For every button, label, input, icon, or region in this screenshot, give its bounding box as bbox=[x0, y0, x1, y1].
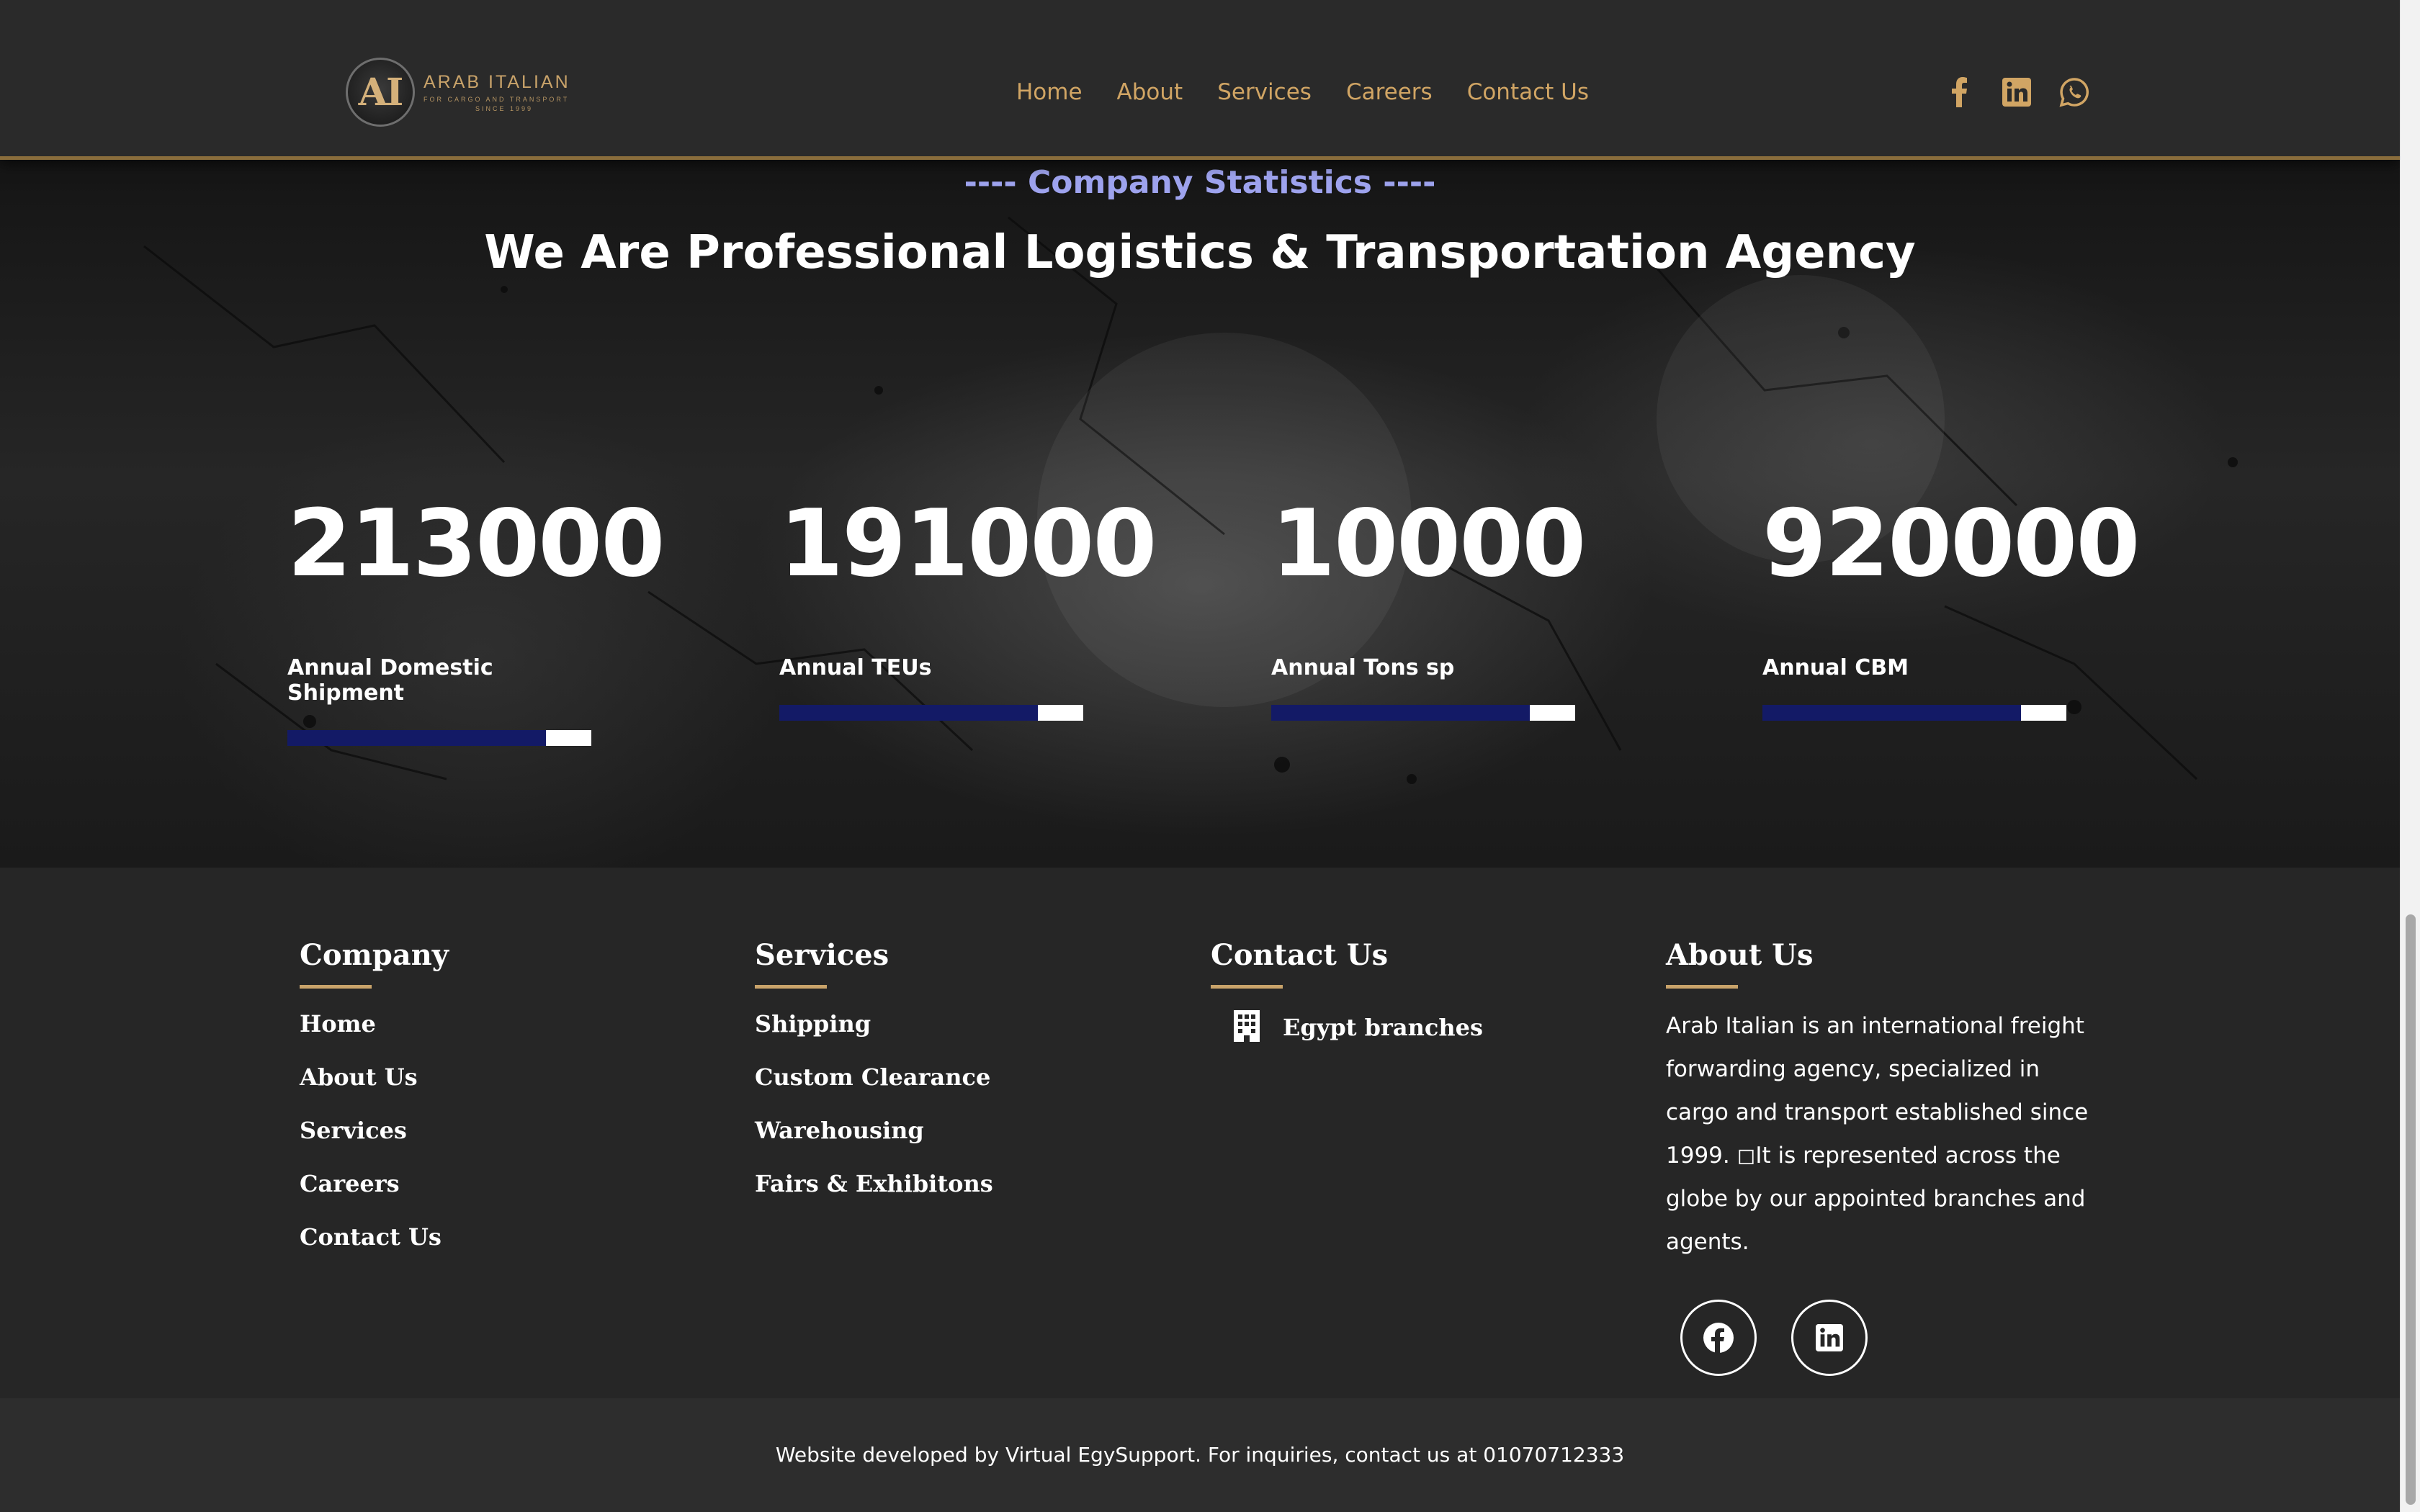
footer-contact-column: Contact Us Egypt branches bbox=[1211, 938, 1483, 1045]
nav-about[interactable]: About bbox=[1117, 79, 1183, 105]
stat-progress-bar bbox=[1271, 705, 1575, 721]
stat-value: 191000 bbox=[779, 490, 1157, 598]
footer-socials bbox=[1680, 1300, 2098, 1376]
stat-progress-fill bbox=[1762, 705, 2021, 721]
logo-name: ARAB ITALIAN bbox=[424, 72, 570, 92]
stat-progress-bar bbox=[779, 705, 1083, 721]
footer-company-title: Company bbox=[300, 938, 449, 972]
stat-progress-bar bbox=[1762, 705, 2066, 721]
title-underline bbox=[300, 985, 372, 989]
linkedin-circle-button[interactable] bbox=[1791, 1300, 1868, 1376]
stat-domestic-shipment: 213000 Annual Domestic Shipment bbox=[287, 490, 665, 746]
building-icon bbox=[1232, 1010, 1261, 1045]
nav-careers[interactable]: Careers bbox=[1346, 79, 1433, 105]
title-underline bbox=[755, 985, 827, 989]
stat-tons: 10000 Annual Tons sp bbox=[1271, 490, 1586, 721]
brand-logo[interactable]: AI ARAB ITALIAN FOR CARGO AND TRANSPORT … bbox=[346, 58, 570, 127]
footer-link-warehousing[interactable]: Warehousing bbox=[755, 1117, 993, 1144]
page-scrollbar[interactable] bbox=[2400, 0, 2420, 1512]
developer-credit: Website developed by Virtual EgySupport.… bbox=[775, 1443, 1625, 1467]
facebook-circle-button[interactable] bbox=[1680, 1300, 1757, 1376]
stat-value: 10000 bbox=[1271, 490, 1586, 598]
footer-link-home[interactable]: Home bbox=[300, 1010, 449, 1038]
egypt-branches-label: Egypt branches bbox=[1283, 1014, 1484, 1041]
footer-link-fairs[interactable]: Fairs & Exhibitons bbox=[755, 1170, 993, 1197]
footer-contact-title: Contact Us bbox=[1211, 938, 1389, 972]
stat-cbm: 920000 Annual CBM bbox=[1762, 490, 2140, 721]
footer-about-column: About Us Arab Italian is an internationa… bbox=[1666, 938, 2098, 1376]
title-underline bbox=[1666, 985, 1738, 989]
footer-about-title: About Us bbox=[1666, 938, 1814, 972]
main-nav: Home About Services Careers Contact Us bbox=[1016, 79, 1589, 105]
logo-mark: AI bbox=[346, 58, 415, 127]
footer-link-about[interactable]: About Us bbox=[300, 1063, 449, 1091]
linkedin-icon[interactable] bbox=[2001, 76, 2033, 108]
footer-bottom-bar: Website developed by Virtual EgySupport.… bbox=[0, 1398, 2400, 1512]
stat-teus: 191000 Annual TEUs bbox=[779, 490, 1157, 721]
about-description: Arab Italian is an international freight… bbox=[1666, 1013, 2089, 1255]
stat-progress-bar bbox=[287, 730, 591, 746]
stat-progress-fill bbox=[1271, 705, 1530, 721]
footer-link-shipping[interactable]: Shipping bbox=[755, 1010, 993, 1038]
nav-services[interactable]: Services bbox=[1217, 79, 1312, 105]
company-statistics-section: ---- Company Statistics ---- We Are Prof… bbox=[0, 160, 2400, 868]
egypt-branches-link[interactable]: Egypt branches bbox=[1232, 1010, 1483, 1045]
footer-link-services[interactable]: Services bbox=[300, 1117, 449, 1144]
page: AI ARAB ITALIAN FOR CARGO AND TRANSPORT … bbox=[0, 0, 2400, 1512]
nav-contact[interactable]: Contact Us bbox=[1467, 79, 1589, 105]
stat-label: Annual Domestic Shipment bbox=[287, 655, 493, 706]
footer-link-custom-clearance[interactable]: Custom Clearance bbox=[755, 1063, 993, 1091]
footer-company-column: Company Home About Us Services Careers C… bbox=[300, 938, 449, 1277]
site-header: AI ARAB ITALIAN FOR CARGO AND TRANSPORT … bbox=[0, 0, 2400, 160]
linkedin-icon bbox=[1816, 1324, 1843, 1351]
stat-label: Annual TEUs bbox=[779, 655, 932, 680]
stat-value: 920000 bbox=[1762, 490, 2140, 598]
footer-link-contact[interactable]: Contact Us bbox=[300, 1223, 449, 1251]
section-kicker: ---- Company Statistics ---- bbox=[964, 164, 1436, 201]
stat-value: 213000 bbox=[287, 490, 665, 598]
logo-since: SINCE 1999 bbox=[475, 105, 534, 112]
scrollbar-thumb[interactable] bbox=[2406, 914, 2416, 1505]
whatsapp-icon[interactable] bbox=[2058, 76, 2090, 108]
nav-home[interactable]: Home bbox=[1016, 79, 1083, 105]
stat-label: Annual Tons sp bbox=[1271, 655, 1455, 680]
logo-tagline: FOR CARGO AND TRANSPORT bbox=[424, 96, 570, 103]
stat-progress-fill bbox=[287, 730, 546, 746]
stat-progress-fill bbox=[779, 705, 1038, 721]
header-socials bbox=[1943, 76, 2090, 108]
title-underline bbox=[1211, 985, 1283, 989]
footer-link-careers[interactable]: Careers bbox=[300, 1170, 449, 1197]
section-title: We Are Professional Logistics & Transpor… bbox=[484, 226, 1916, 279]
stat-label: Annual CBM bbox=[1762, 655, 1909, 680]
footer-services-title: Services bbox=[755, 938, 889, 972]
site-footer: Company Home About Us Services Careers C… bbox=[0, 868, 2400, 1398]
logo-text: ARAB ITALIAN FOR CARGO AND TRANSPORT SIN… bbox=[424, 72, 570, 112]
facebook-icon bbox=[1703, 1323, 1734, 1354]
facebook-icon[interactable] bbox=[1943, 76, 1975, 108]
footer-services-column: Services Shipping Custom Clearance Wareh… bbox=[755, 938, 993, 1223]
